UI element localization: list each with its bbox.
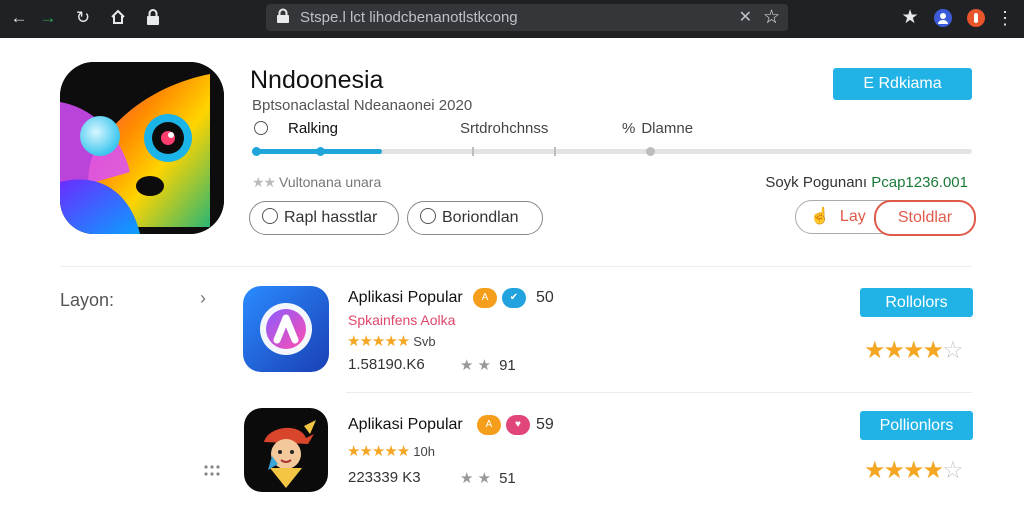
- like-button[interactable]: ☝ Lay: [810, 201, 866, 233]
- ranking-icon: [254, 120, 268, 135]
- rating-summary-label: Vultonana unara: [279, 174, 382, 190]
- app-action-button[interactable]: Pollionlors: [860, 411, 973, 440]
- app-size: 1.58190.K6: [348, 356, 425, 373]
- download-stats-label: Soyk Pogunanı: [765, 174, 872, 191]
- home-icon[interactable]: [108, 8, 128, 28]
- top-action-button[interactable]: E Rdkiama: [833, 68, 972, 100]
- star-filled-icon[interactable]: ★: [884, 457, 905, 484]
- search-icon: [420, 208, 436, 225]
- percent-icon: %: [622, 120, 636, 137]
- app-name[interactable]: Aplikasi Popular: [348, 289, 463, 307]
- app-badge: A: [477, 415, 501, 435]
- check-icon: ✔: [502, 288, 526, 308]
- app-action-button[interactable]: Rollolors: [860, 288, 973, 317]
- progress-dot-end: [646, 147, 655, 156]
- star-filled-icon[interactable]: ★: [903, 337, 924, 364]
- back-icon[interactable]: ←: [9, 8, 29, 28]
- tab-details-label: Srtdrohchnss: [460, 120, 549, 137]
- star-filled-icon[interactable]: ★: [923, 337, 944, 364]
- app-stars: ★★★★★ 10h: [347, 443, 435, 460]
- app-stars: ★★★★★ Svb: [347, 333, 436, 350]
- like-button-label: Lay: [839, 208, 866, 225]
- app-icon-1[interactable]: [243, 286, 329, 372]
- tab-dlamne-label: Dlamne: [641, 120, 694, 137]
- progress-dot-start: [252, 147, 261, 156]
- star-filled-icon[interactable]: ★: [864, 457, 885, 484]
- drag-handle-icon[interactable]: [203, 464, 221, 478]
- lock-icon: [143, 8, 163, 28]
- star-filled-icon[interactable]: ★: [864, 337, 885, 364]
- stop-button[interactable]: Stoldlar: [874, 200, 976, 236]
- tab-progress-bar[interactable]: [252, 147, 972, 156]
- secure-lock-icon: [276, 8, 292, 26]
- mini-count: 51: [499, 470, 516, 487]
- app-tabs: Ralking Srtdrohchnss % Dlamne: [252, 120, 972, 142]
- profile-icon[interactable]: [933, 8, 953, 28]
- star-icon[interactable]: ★: [900, 8, 920, 28]
- star-filled-icon[interactable]: ★: [923, 457, 944, 484]
- share-button-label: Rapl hasstlar: [284, 209, 378, 226]
- app-name[interactable]: Aplikasi Popular: [348, 416, 463, 434]
- progress-dot-current: [316, 147, 325, 156]
- clear-icon[interactable]: ✕: [739, 7, 752, 27]
- stop-button-label: Stoldlar: [897, 209, 953, 226]
- tab-details[interactable]: Srtdrohchnss: [460, 120, 548, 137]
- address-bar[interactable]: Stspe.l lct lihodcbenanotlstkcong ✕ ☆: [266, 4, 788, 31]
- bookmark-star-icon[interactable]: ☆: [763, 6, 780, 29]
- tab-ranking-label: Ralking: [288, 120, 339, 137]
- app-badge: A: [473, 288, 497, 308]
- share-button[interactable]: Rapl hasstlar: [249, 201, 399, 235]
- rating-summary: ★★ Vultonana unara: [252, 174, 381, 191]
- mini-rating: ★ ★ 91: [460, 356, 516, 374]
- app-subtitle: Bptsonaclastal Ndeanaonei 2020: [252, 97, 473, 114]
- rating-stars-icon: ★★: [252, 174, 276, 190]
- badge-count: 50: [536, 289, 554, 306]
- app-icon-2[interactable]: [244, 408, 328, 492]
- progress-tick: [554, 147, 556, 156]
- progress-tick: [472, 147, 474, 156]
- heart-icon: ♥: [506, 415, 530, 435]
- mini-count: 91: [499, 357, 516, 374]
- reload-icon[interactable]: ↻: [73, 8, 93, 28]
- star-filled-icon[interactable]: ★: [903, 457, 924, 484]
- star-filled-icon[interactable]: ★: [884, 337, 905, 364]
- mini-stars-icon: ★ ★: [460, 357, 492, 374]
- forward-icon[interactable]: →: [38, 8, 58, 28]
- app-title: Nndoonesia: [250, 66, 384, 94]
- section-label: Layon:: [60, 290, 115, 310]
- app-rating-stars[interactable]: ★★★★☆: [864, 456, 964, 485]
- search-related-label: Boriondlan: [442, 209, 519, 226]
- badge-count: 59: [536, 416, 554, 433]
- search-related-button[interactable]: Boriondlan: [407, 201, 543, 235]
- star-empty-icon[interactable]: ☆: [942, 337, 963, 364]
- app-rating-stars[interactable]: ★★★★☆: [864, 336, 964, 365]
- url-text[interactable]: Stspe.l lct lihodcbenanotlstkcong: [300, 9, 518, 26]
- tab-ranking[interactable]: Ralking: [252, 120, 338, 138]
- browser-toolbar: ← → ↻ Stspe.l lct lihodcbenanotlstkcong …: [0, 0, 1024, 38]
- app-subtitle: Spkainfens Aolka: [348, 312, 456, 328]
- download-stats-value: Pcap1236.001: [871, 174, 968, 191]
- chevron-right-icon[interactable]: ›: [200, 288, 206, 309]
- stars-label: Svb: [413, 334, 436, 349]
- hero-app-icon: [60, 62, 224, 234]
- divider: [60, 266, 972, 267]
- download-stats: Soyk Pogunanı Pcap1236.001: [765, 174, 968, 191]
- divider: [346, 392, 972, 393]
- extension-icon[interactable]: [966, 8, 986, 28]
- comment-icon: [262, 208, 278, 225]
- mini-rating: ★ ★ 51: [460, 469, 516, 487]
- mini-stars-icon: ★ ★: [460, 470, 492, 487]
- star-empty-icon[interactable]: ☆: [942, 457, 963, 484]
- menu-kebab-icon[interactable]: ⋮: [995, 8, 1015, 28]
- tab-dlamne[interactable]: % Dlamne: [622, 120, 693, 137]
- thumbs-up-icon: ☝: [810, 208, 830, 225]
- stars-label: 10h: [413, 444, 435, 459]
- app-size: 223339 K3: [348, 469, 421, 486]
